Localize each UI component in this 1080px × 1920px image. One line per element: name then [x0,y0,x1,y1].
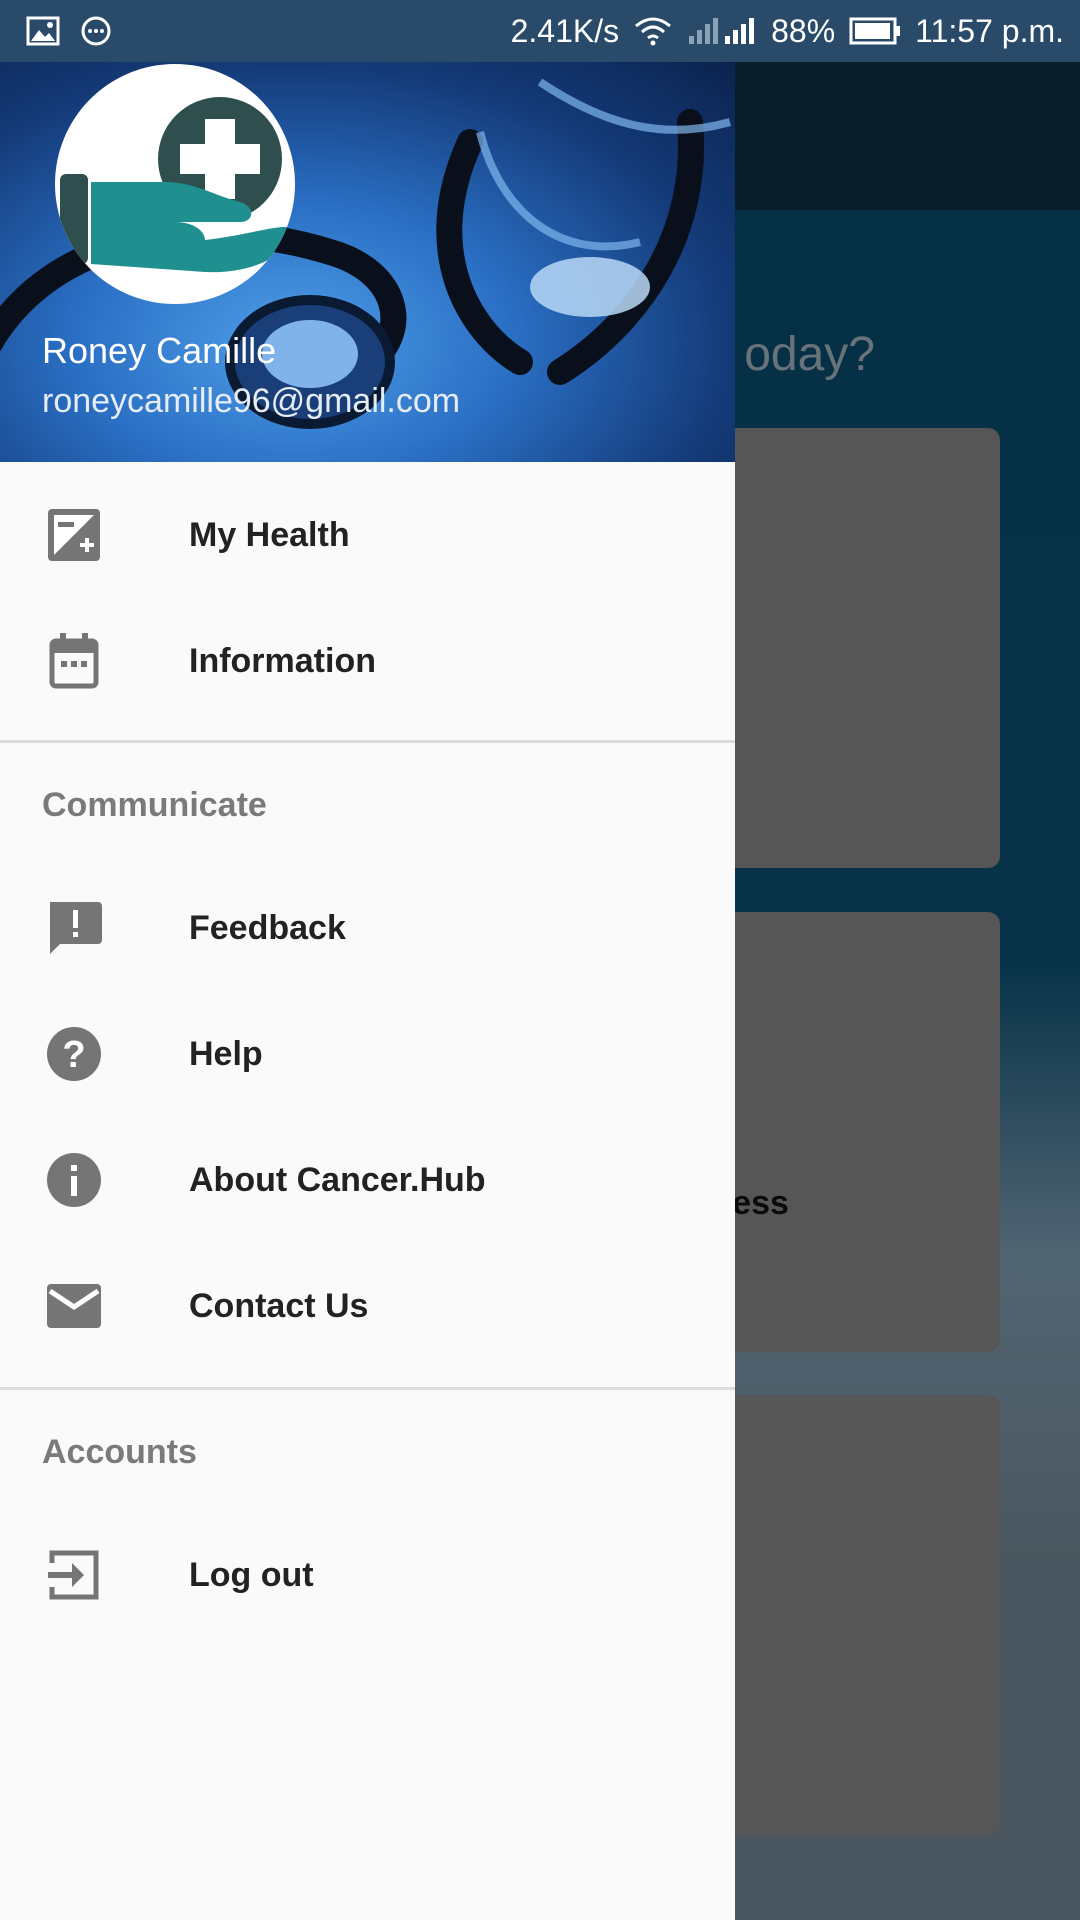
net-speed: 2.41K/s [510,12,620,49]
message-icon [80,15,112,47]
menu-label-log-out: Log out [189,1555,314,1594]
battery-icon [849,17,901,45]
menu-item-help[interactable]: ? Help [0,991,735,1117]
clock: 11:57 p.m. [915,12,1064,49]
status-bar: 2.41K/s 88% 11:57 p.m. [0,0,1080,62]
mail-icon [44,1276,104,1336]
menu-label-information: Information [189,641,376,680]
menu-item-contact-us[interactable]: Contact Us [0,1243,735,1369]
hand-plus-logo-icon [60,97,295,273]
exposure-icon [44,505,104,565]
navigation-drawer: Roney Camille roneycamille96@gmail.com M… [0,62,735,1920]
menu-item-my-health[interactable]: My Health [0,472,735,598]
svg-text:?: ? [62,1034,85,1076]
wifi-icon [633,16,673,46]
calendar-icon [44,631,104,691]
accounts-menu: Log out [0,1512,735,1638]
help-icon: ? [44,1024,104,1084]
primary-menu: My Health Information [0,472,735,724]
menu-item-log-out[interactable]: Log out [0,1512,735,1638]
section-title-accounts: Accounts [42,1433,197,1471]
avatar[interactable] [55,64,295,304]
logout-icon [44,1545,104,1605]
menu-label-feedback: Feedback [189,908,346,947]
menu-item-information[interactable]: Information [0,598,735,724]
communicate-menu: Feedback ? Help About Cancer.Hub Contact… [0,865,735,1369]
signal-icon [687,16,757,46]
menu-label-contact-us: Contact Us [189,1286,369,1325]
battery-level: 88% [771,12,836,49]
menu-item-about[interactable]: About Cancer.Hub [0,1117,735,1243]
menu-item-feedback[interactable]: Feedback [0,865,735,991]
menu-label-about: About Cancer.Hub [189,1160,486,1199]
drawer-header: Roney Camille roneycamille96@gmail.com [0,62,735,462]
section-title-communicate: Communicate [42,786,267,824]
user-email: roneycamille96@gmail.com [42,382,461,420]
info-icon [44,1150,104,1210]
menu-label-my-health: My Health [189,515,350,554]
user-name: Roney Camille [42,330,277,371]
image-icon [26,16,60,46]
menu-label-help: Help [189,1034,263,1073]
feedback-icon [44,898,104,958]
